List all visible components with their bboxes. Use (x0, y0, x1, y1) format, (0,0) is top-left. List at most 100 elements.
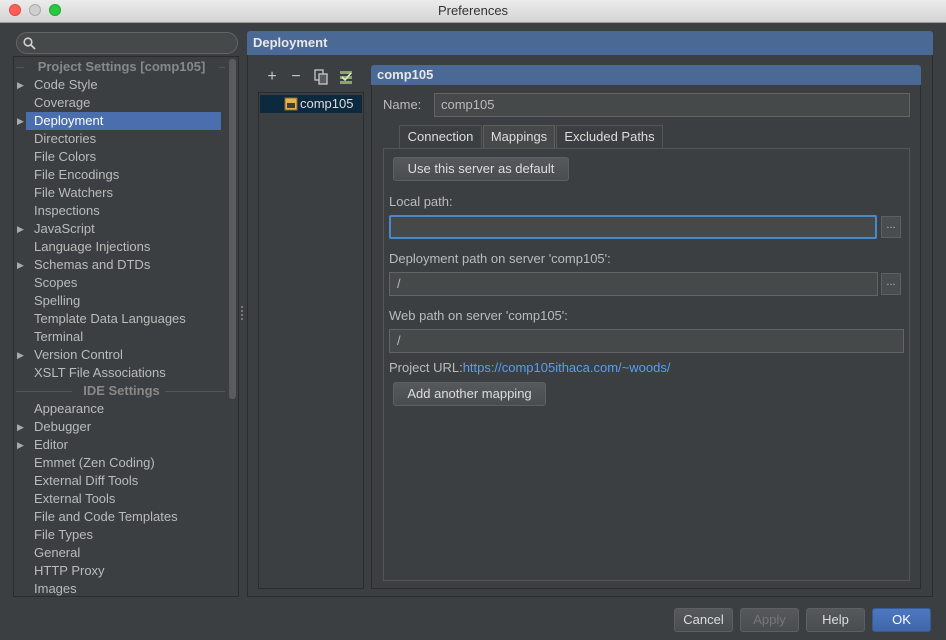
tree-item-label: File and Code Templates (34, 509, 178, 524)
tree-item-label: External Tools (34, 491, 116, 506)
expand-arrow-icon[interactable]: ▶ (17, 220, 24, 238)
project-url-label: Project URL: (389, 360, 463, 375)
tree-item-xslt-file-associations[interactable]: XSLT File Associations (14, 364, 229, 382)
check-server-icon (340, 71, 352, 84)
tree-item-appearance[interactable]: Appearance (14, 400, 229, 418)
tree-section-header: IDE Settings (14, 382, 229, 400)
tree-item-template-data-languages[interactable]: Template Data Languages (14, 310, 229, 328)
use-as-default-button[interactable]: Use this server as default (393, 157, 569, 181)
tree-item-file-encodings[interactable]: File Encodings (14, 166, 229, 184)
ok-button[interactable]: OK (872, 608, 931, 632)
copy-icon (314, 69, 328, 85)
tree-item-label: Editor (34, 437, 68, 452)
server-list[interactable]: comp105 (258, 92, 364, 589)
window-title: Preferences (437, 3, 509, 18)
close-window-button[interactable] (9, 4, 21, 16)
apply-button[interactable]: Apply (740, 608, 799, 632)
server-name-input[interactable]: comp105 (434, 93, 910, 117)
copy-server-button[interactable] (312, 68, 330, 86)
expand-arrow-icon[interactable]: ▶ (17, 346, 24, 364)
tree-item-deployment[interactable]: ▶ Deployment (17, 112, 221, 130)
set-default-server-button[interactable] (337, 68, 355, 86)
tree-item-code-style[interactable]: ▶ Code Style (14, 76, 229, 94)
local-path-input[interactable] (389, 215, 877, 239)
tree-item-label: Emmet (Zen Coding) (34, 455, 155, 470)
tree-item-inspections[interactable]: Inspections (14, 202, 229, 220)
tree-item-label: Spelling (34, 293, 81, 308)
project-url-row: Project URL:https://comp105ithaca.com/~w… (389, 360, 670, 376)
tree-section-header: Project Settings [comp105] (14, 58, 229, 76)
tree-item-spelling[interactable]: Spelling (14, 292, 229, 310)
expand-arrow-icon[interactable]: ▶ (17, 256, 24, 274)
tree-item-version-control[interactable]: ▶ Version Control (14, 346, 229, 364)
tree-item-label: File Watchers (34, 185, 113, 200)
tree-item-images[interactable]: Images (14, 580, 229, 596)
sftp-server-icon (284, 97, 298, 111)
tree-item-label: Code Style (34, 77, 98, 92)
web-path-input[interactable]: / (389, 329, 904, 353)
deployment-header: Deployment (247, 31, 933, 55)
tree-item-label: File Types (34, 527, 94, 542)
tree-item-label: Version Control (34, 347, 123, 362)
expand-arrow-icon[interactable]: ▶ (17, 76, 24, 94)
expand-arrow-icon[interactable]: ▶ (17, 436, 24, 454)
project-url-link[interactable]: https://comp105ithaca.com/~woods/ (463, 360, 671, 375)
expand-arrow-icon[interactable]: ▶ (17, 112, 24, 130)
tree-item-label: Language Injections (34, 239, 151, 254)
tree-item-label: Schemas and DTDs (34, 257, 151, 272)
splitter-grip-icon[interactable] (241, 306, 244, 320)
tree-item-coverage[interactable]: Coverage (14, 94, 229, 112)
tree-item-label: HTTP Proxy (34, 563, 105, 578)
tree-item-debugger[interactable]: ▶ Debugger (14, 418, 229, 436)
tree-item-label: Images (34, 581, 77, 596)
web-path-label: Web path on server 'comp105': (389, 308, 568, 323)
minimize-window-button[interactable] (29, 4, 41, 16)
tree-item-language-injections[interactable]: Language Injections (14, 238, 229, 256)
server-list-item[interactable]: comp105 (260, 95, 362, 113)
tree-item-terminal[interactable]: Terminal (14, 328, 229, 346)
expand-arrow-icon[interactable]: ▶ (17, 418, 24, 436)
tree-item-label: Template Data Languages (34, 311, 186, 326)
settings-tree[interactable]: Project Settings [comp105] ▶ Code Style Cov… (13, 56, 239, 597)
tree-item-external-diff-tools[interactable]: External Diff Tools (14, 472, 229, 490)
remove-server-button[interactable]: − (287, 68, 305, 86)
tree-item-label: Debugger (34, 419, 92, 434)
tree-item-file-and-code-templates[interactable]: File and Code Templates (14, 508, 229, 526)
tree-item-label: File Colors (34, 149, 97, 164)
tree-item-scopes[interactable]: Scopes (14, 274, 229, 292)
server-detail-header: comp105 (371, 65, 921, 85)
tree-item-label: General (34, 545, 81, 560)
tree-item-general[interactable]: General (14, 544, 229, 562)
local-path-browse-button[interactable]: ... (881, 216, 901, 238)
deployment-path-input[interactable]: / (389, 272, 878, 296)
tree-item-label: XSLT File Associations (34, 365, 166, 380)
tab-mappings[interactable]: Mappings (483, 125, 555, 149)
tree-item-editor[interactable]: ▶ Editor (14, 436, 229, 454)
add-another-mapping-button[interactable]: Add another mapping (393, 382, 546, 406)
tab-connection[interactable]: Connection (399, 125, 482, 149)
tree-item-file-watchers[interactable]: File Watchers (14, 184, 229, 202)
tree-item-javascript[interactable]: ▶ JavaScript (14, 220, 229, 238)
search-icon (23, 37, 36, 50)
tab-excluded-paths[interactable]: Excluded Paths (556, 125, 663, 149)
settings-search-input[interactable] (16, 32, 238, 54)
tree-item-label: Coverage (34, 95, 91, 110)
tree-item-label: Directories (34, 131, 97, 146)
title-bar: Preferences (0, 0, 946, 23)
cancel-button[interactable]: Cancel (674, 608, 733, 632)
tree-item-file-types[interactable]: File Types (14, 526, 229, 544)
help-button[interactable]: Help (806, 608, 865, 632)
server-name-label: comp105 (300, 96, 354, 111)
tree-item-http-proxy[interactable]: HTTP Proxy (14, 562, 229, 580)
tree-item-schemas-and-dtds[interactable]: ▶ Schemas and DTDs (14, 256, 229, 274)
tree-item-file-colors[interactable]: File Colors (14, 148, 229, 166)
add-server-button[interactable]: + (263, 68, 281, 86)
tree-item-label: Inspections (34, 203, 100, 218)
tree-item-external-tools[interactable]: External Tools (14, 490, 229, 508)
deployment-path-label: Deployment path on server 'comp105': (389, 251, 611, 266)
tree-item-emmet-zen-coding[interactable]: Emmet (Zen Coding) (14, 454, 229, 472)
deployment-path-browse-button[interactable]: ... (881, 273, 901, 295)
tree-scrollbar[interactable] (229, 59, 236, 399)
maximize-window-button[interactable] (49, 4, 61, 16)
tree-item-directories[interactable]: Directories (14, 130, 229, 148)
